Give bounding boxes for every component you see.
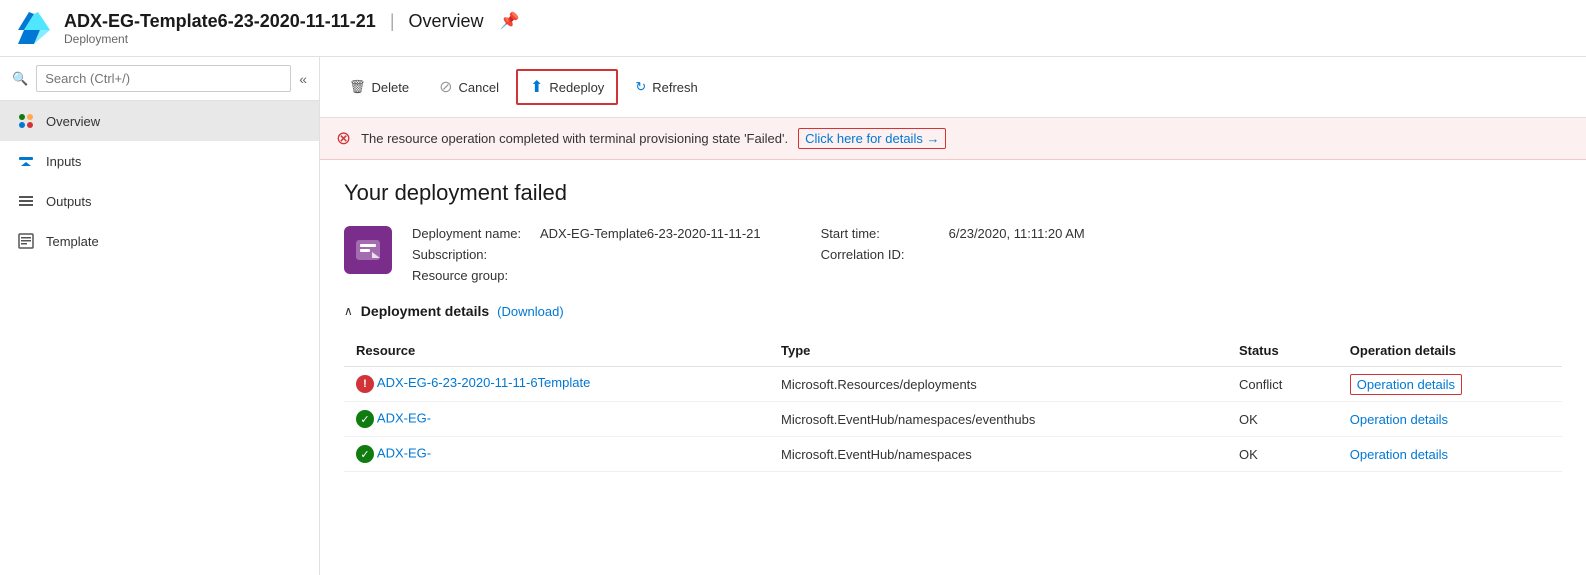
col-header-type: Type <box>769 335 1227 367</box>
search-input[interactable] <box>36 65 291 92</box>
resource-link-1[interactable]: ADX-EG- <box>377 411 431 426</box>
deployment-name-label: Deployment name: <box>412 226 532 241</box>
table-row: ✓ ADX-EG- Microsoft.EventHub/namespaces … <box>344 437 1562 472</box>
outputs-label: Outputs <box>46 194 92 209</box>
table-cell-resource: ✓ ADX-EG- <box>344 402 769 437</box>
deployment-left-col: Deployment name: ADX-EG-Template6-23-202… <box>412 226 761 283</box>
deployment-failed-title: Your deployment failed <box>344 180 1562 206</box>
header-title-group: ADX-EG-Template6-23-2020-11-11-21 | Over… <box>64 11 519 46</box>
toolbar: 🗑 Delete ⊘ Cancel ⬆ Redeploy ↻ Refresh <box>320 57 1586 118</box>
deployment-icon-box <box>344 226 392 274</box>
refresh-button[interactable]: ↻ Refresh <box>622 72 710 102</box>
start-time-value: 6/23/2020, 11:11:20 AM <box>949 226 1085 241</box>
col-header-operation: Operation details <box>1338 335 1562 367</box>
subscription-row: Subscription: <box>412 247 761 262</box>
refresh-icon: ↻ <box>635 79 646 95</box>
subscription-label: Subscription: <box>412 247 532 262</box>
outputs-icon <box>16 191 36 211</box>
table-cell-op-details: Operation details <box>1338 367 1562 402</box>
template-label: Template <box>46 234 99 249</box>
table-cell-status: OK <box>1227 402 1338 437</box>
content-area: 🗑 Delete ⊘ Cancel ⬆ Redeploy ↻ Refresh ⊗… <box>320 57 1586 575</box>
table-cell-type: Microsoft.EventHub/namespaces <box>769 437 1227 472</box>
operation-details-link-0[interactable]: Operation details <box>1350 374 1462 395</box>
sidebar-nav: Overview Inputs <box>0 101 319 261</box>
deployment-area: Your deployment failed Deployment name: <box>320 160 1586 492</box>
resource-group-label: Resource group: <box>412 268 532 283</box>
search-bar: 🔍 « <box>0 57 319 101</box>
main-layout: 🔍 « Overview <box>0 57 1586 575</box>
alert-error-icon: ⊗ <box>336 128 351 149</box>
deployment-details-table: Resource Type Status Operation details !… <box>344 335 1562 472</box>
chevron-up-icon: ∧ <box>344 304 353 318</box>
download-link[interactable]: (Download) <box>497 304 563 319</box>
redeploy-icon: ⬆ <box>530 77 543 97</box>
azure-logo <box>16 10 52 46</box>
col-header-status: Status <box>1227 335 1338 367</box>
deployment-details-section-header: ∧ Deployment details (Download) <box>344 303 1562 319</box>
sidebar-item-template[interactable]: Template <box>0 221 319 261</box>
deployment-details: Deployment name: ADX-EG-Template6-23-202… <box>412 226 1085 283</box>
pin-icon[interactable]: 📌 <box>500 11 520 31</box>
deployment-name-row: Deployment name: ADX-EG-Template6-23-202… <box>412 226 761 241</box>
resource-link-2[interactable]: ADX-EG- <box>377 446 431 461</box>
page-header: ADX-EG-Template6-23-2020-11-11-21 | Over… <box>0 0 1586 57</box>
col-header-resource: Resource <box>344 335 769 367</box>
table-cell-op-details: Operation details <box>1338 437 1562 472</box>
success-status-icon: ✓ <box>356 445 374 463</box>
deployment-name-value: ADX-EG-Template6-23-2020-11-11-21 <box>540 226 761 241</box>
operation-details-link-2[interactable]: Operation details <box>1350 447 1448 462</box>
redeploy-button[interactable]: ⬆ Redeploy <box>516 69 618 105</box>
deployment-name-title: ADX-EG-Template6-23-2020-11-11-21 <box>64 11 376 32</box>
template-icon <box>16 231 36 251</box>
deployment-details-title: Deployment details <box>361 303 489 319</box>
header-subtitle: Deployment <box>64 32 519 46</box>
cancel-icon: ⊘ <box>439 77 452 97</box>
overview-icon <box>16 111 36 131</box>
table-cell-status: Conflict <box>1227 367 1338 402</box>
table-cell-op-details: Operation details <box>1338 402 1562 437</box>
page-label: Overview <box>409 11 484 32</box>
table-header-row: Resource Type Status Operation details <box>344 335 1562 367</box>
sidebar: 🔍 « Overview <box>0 57 320 575</box>
alert-message: The resource operation completed with te… <box>361 131 788 146</box>
operation-details-link-1[interactable]: Operation details <box>1350 412 1448 427</box>
success-status-icon: ✓ <box>356 410 374 428</box>
inputs-icon <box>16 151 36 171</box>
table-row: ✓ ADX-EG- Microsoft.EventHub/namespaces/… <box>344 402 1562 437</box>
deployment-info-row: Deployment name: ADX-EG-Template6-23-202… <box>344 226 1562 283</box>
table-cell-type: Microsoft.EventHub/namespaces/eventhubs <box>769 402 1227 437</box>
table-row: ! ADX-EG-6-23-2020-11-11-6Template Micro… <box>344 367 1562 402</box>
correlation-id-row: Correlation ID: <box>821 247 1085 262</box>
deployment-right-col: Start time: 6/23/2020, 11:11:20 AM Corre… <box>821 226 1085 283</box>
resource-group-row: Resource group: <box>412 268 761 283</box>
overview-label: Overview <box>46 114 100 129</box>
table-cell-type: Microsoft.Resources/deployments <box>769 367 1227 402</box>
search-icon: 🔍 <box>12 71 28 87</box>
table-cell-resource: ✓ ADX-EG- <box>344 437 769 472</box>
sidebar-item-outputs[interactable]: Outputs <box>0 181 319 221</box>
delete-button[interactable]: 🗑 Delete <box>336 72 422 102</box>
table-cell-status: OK <box>1227 437 1338 472</box>
sidebar-item-inputs[interactable]: Inputs <box>0 141 319 181</box>
inputs-label: Inputs <box>46 154 81 169</box>
correlation-id-label: Correlation ID: <box>821 247 941 262</box>
error-status-icon: ! <box>356 375 374 393</box>
resource-link-0[interactable]: ADX-EG-6-23-2020-11-11-6Template <box>377 375 590 390</box>
table-cell-resource: ! ADX-EG-6-23-2020-11-11-6Template <box>344 367 769 402</box>
delete-icon: 🗑 <box>349 79 366 95</box>
sidebar-item-overview[interactable]: Overview <box>0 101 319 141</box>
alert-banner: ⊗ The resource operation completed with … <box>320 118 1586 160</box>
collapse-sidebar-button[interactable]: « <box>299 71 307 87</box>
start-time-label: Start time: <box>821 226 941 241</box>
start-time-row: Start time: 6/23/2020, 11:11:20 AM <box>821 226 1085 241</box>
alert-details-link[interactable]: Click here for details → <box>798 128 946 149</box>
deployment-resource-icon <box>352 234 384 266</box>
cancel-button[interactable]: ⊘ Cancel <box>426 70 512 104</box>
header-divider: | <box>390 11 395 32</box>
